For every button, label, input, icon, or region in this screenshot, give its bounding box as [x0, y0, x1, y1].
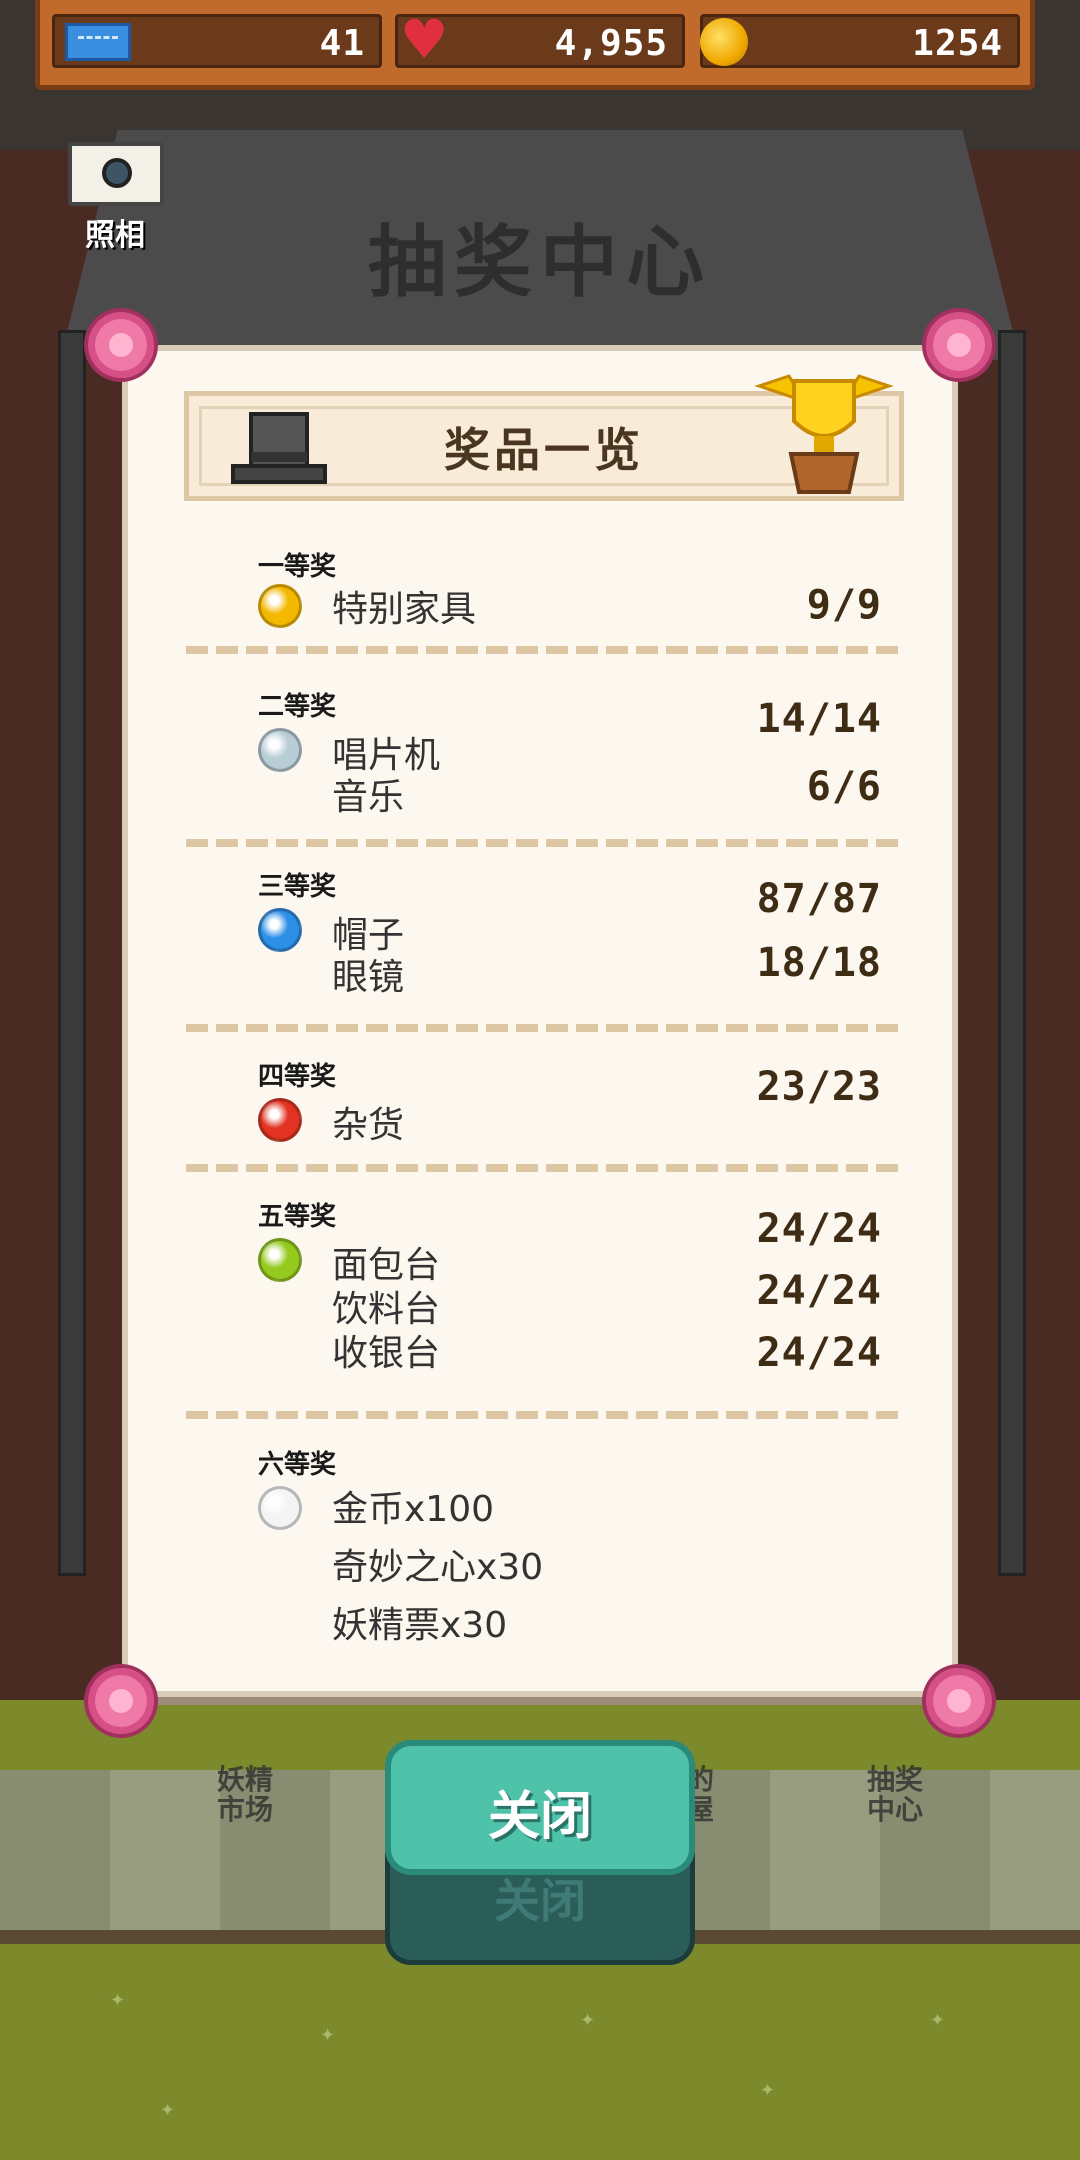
flower-icon: [926, 312, 992, 378]
sparkle-icon: ✦: [320, 2025, 336, 2046]
prize-count: 14/14: [756, 696, 882, 742]
prize-count: 87/87: [756, 876, 882, 922]
flower-icon: [88, 312, 154, 378]
prize-item: 眼镜: [332, 957, 405, 998]
heart-icon: ♥: [400, 8, 449, 71]
prize-count: 24/24: [756, 1268, 882, 1314]
white-orb-icon: [258, 1486, 302, 1530]
flower-icon: [88, 1668, 154, 1734]
prize-count: 18/18: [756, 940, 882, 986]
tier-divider: [186, 646, 902, 654]
sparkle-icon: ✦: [760, 2080, 776, 2101]
prize-count: 6/6: [806, 764, 882, 810]
prize-item: 妖精票x30: [332, 1605, 508, 1646]
prize-item: 奇妙之心x30: [332, 1547, 544, 1588]
camera-label[interactable]: 照相: [60, 210, 170, 254]
tier-label: 四等奖: [258, 1062, 337, 1092]
prize-tier-4: 四等奖 杂货 23/23: [258, 1056, 888, 1156]
shop-label-fairy-market[interactable]: 妖精 市场: [200, 1765, 290, 1825]
tier-label: 五等奖: [258, 1202, 337, 1232]
tier-divider: [186, 1024, 902, 1032]
prize-count: 24/24: [756, 1206, 882, 1252]
tier-divider: [186, 1411, 902, 1419]
tier-label: 二等奖: [258, 692, 337, 722]
sparkle-icon: ✦: [110, 1990, 126, 2011]
coin-counter[interactable]: 1254: [700, 14, 1020, 68]
prize-list-header: 奖品一览: [184, 374, 904, 501]
trophy-icon: [754, 374, 894, 494]
left-pillar: [58, 330, 86, 1576]
close-button-label: 关闭: [487, 1787, 592, 1847]
prize-tier-1: 一等奖 特别家具 9/9: [258, 546, 888, 636]
sparkle-icon: ✦: [930, 2010, 946, 2031]
silver-orb-icon: [258, 728, 302, 772]
prize-count: 24/24: [756, 1330, 882, 1376]
prize-tier-5: 五等奖 面包台 饮料台 收银台 24/24 24/24 24/24: [258, 1196, 888, 1376]
blue-orb-icon: [258, 908, 302, 952]
resource-bar: 41 4,955 ♥ 1254: [35, 0, 1035, 90]
prize-item: 杂货: [332, 1105, 405, 1146]
ticket-count: 41: [319, 23, 365, 64]
prize-count: 23/23: [756, 1064, 882, 1110]
tier-label: 三等奖: [258, 872, 337, 902]
red-orb-icon: [258, 1098, 302, 1142]
prize-item: 特别家具: [332, 589, 477, 630]
tier-label: 一等奖: [258, 552, 337, 582]
heart-count: 4,955: [554, 23, 668, 64]
prize-tier-2: 二等奖 唱片机 音乐 14/14 6/6: [258, 686, 888, 818]
fairy-ticket-icon: [65, 23, 131, 61]
tier-divider: [186, 839, 902, 847]
prize-count: 9/9: [806, 582, 882, 628]
camera-button[interactable]: [68, 142, 164, 206]
prize-tier-3: 三等奖 帽子 眼镜 87/87 18/18: [258, 866, 888, 1001]
ticket-counter[interactable]: 41: [52, 14, 382, 68]
tier-label: 六等奖: [258, 1450, 337, 1480]
green-orb-icon: [258, 1238, 302, 1282]
prize-item: 金币x100: [332, 1489, 495, 1530]
shop-label-lottery-center[interactable]: 抽奖 中心: [850, 1765, 940, 1825]
close-button[interactable]: 关闭: [385, 1740, 695, 1875]
prize-tier-6: 六等奖 金币x100 奇妙之心x30 妖精票x30: [258, 1444, 888, 1646]
coin-count: 1254: [912, 23, 1003, 64]
sparkle-icon: ✦: [580, 2010, 596, 2031]
tier-divider: [186, 1164, 902, 1172]
flower-icon: [926, 1668, 992, 1734]
prize-item: 收银台: [332, 1333, 441, 1374]
coin-icon: [700, 18, 748, 66]
prize-item: 音乐: [332, 777, 405, 818]
camera-icon: [102, 158, 132, 188]
prize-list-panel: 奖品一览 一等奖 特别家具 9/9 二等奖 唱片机 音乐 14/14 6/6 三…: [122, 345, 958, 1697]
right-pillar: [998, 330, 1026, 1576]
gold-orb-icon: [258, 584, 302, 628]
sparkle-icon: ✦: [160, 2100, 176, 2121]
